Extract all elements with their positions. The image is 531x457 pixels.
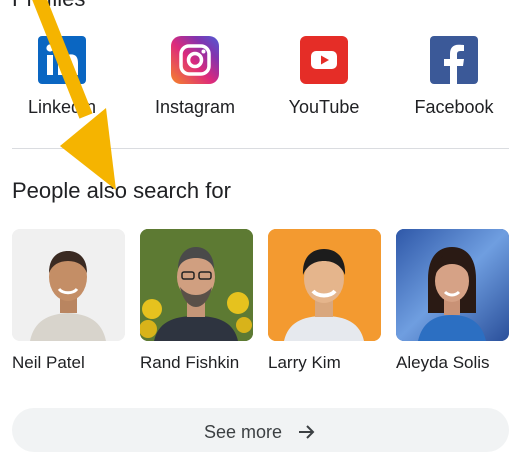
divider xyxy=(12,148,509,149)
profile-label-linkedin: LinkedIn xyxy=(27,97,97,117)
facebook-icon xyxy=(430,36,478,84)
person-card-larry-kim[interactable]: Larry Kim xyxy=(268,229,381,373)
instagram-icon xyxy=(171,36,219,84)
person-photo xyxy=(396,229,509,341)
arrow-right-icon xyxy=(297,409,317,457)
see-more-button[interactable]: See more xyxy=(12,408,509,452)
profile-linkedin[interactable]: LinkedIn xyxy=(7,36,117,118)
person-card-rand-fishkin[interactable]: Rand Fishkin xyxy=(140,229,253,373)
person-card-neil-patel[interactable]: Neil Patel xyxy=(12,229,125,373)
profile-label-facebook: Facebook xyxy=(414,97,494,117)
profile-youtube[interactable]: YouTube xyxy=(269,36,379,118)
profile-instagram[interactable]: Instagram xyxy=(140,36,250,118)
person-name: Aleyda Solis xyxy=(396,353,490,372)
person-card-aleyda-solis[interactable]: Aleyda Solis xyxy=(396,229,509,373)
see-more-label: See more xyxy=(203,422,283,442)
person-name: Rand Fishkin xyxy=(140,353,240,372)
youtube-icon xyxy=(300,36,348,84)
profile-label-youtube: YouTube xyxy=(288,97,360,117)
person-photo xyxy=(12,229,125,341)
person-name: Larry Kim xyxy=(268,353,341,372)
person-photo xyxy=(268,229,381,341)
profiles-heading: Profiles xyxy=(12,0,85,12)
person-name: Neil Patel xyxy=(12,353,85,372)
linkedin-icon xyxy=(38,36,86,84)
profile-label-instagram: Instagram xyxy=(154,97,236,117)
profile-facebook[interactable]: Facebook xyxy=(399,36,509,118)
people-also-search-heading: People also search for xyxy=(12,178,231,203)
person-photo xyxy=(140,229,253,341)
